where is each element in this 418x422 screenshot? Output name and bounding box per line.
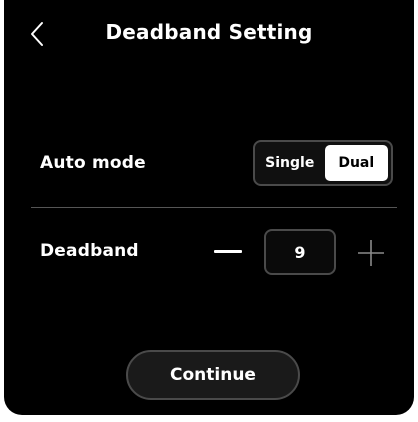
deadband-value[interactable]: 9 bbox=[264, 229, 336, 275]
page-title: Deadband Setting bbox=[105, 20, 313, 44]
divider bbox=[31, 207, 397, 208]
continue-button[interactable]: Continue bbox=[126, 350, 300, 400]
auto-mode-option-dual[interactable]: Dual bbox=[324, 145, 388, 181]
auto-mode-label: Auto mode bbox=[40, 153, 146, 173]
auto-mode-option-single[interactable]: Single bbox=[258, 145, 322, 181]
plus-icon bbox=[358, 240, 384, 266]
deadband-setting-screen: Deadband Setting Auto mode Single Dual D… bbox=[4, 0, 414, 415]
minus-icon bbox=[214, 250, 242, 253]
deadband-label: Deadband bbox=[40, 241, 139, 261]
increment-button[interactable] bbox=[356, 238, 386, 268]
decrement-button[interactable] bbox=[214, 236, 242, 268]
auto-mode-segmented-control: Single Dual bbox=[253, 140, 393, 186]
